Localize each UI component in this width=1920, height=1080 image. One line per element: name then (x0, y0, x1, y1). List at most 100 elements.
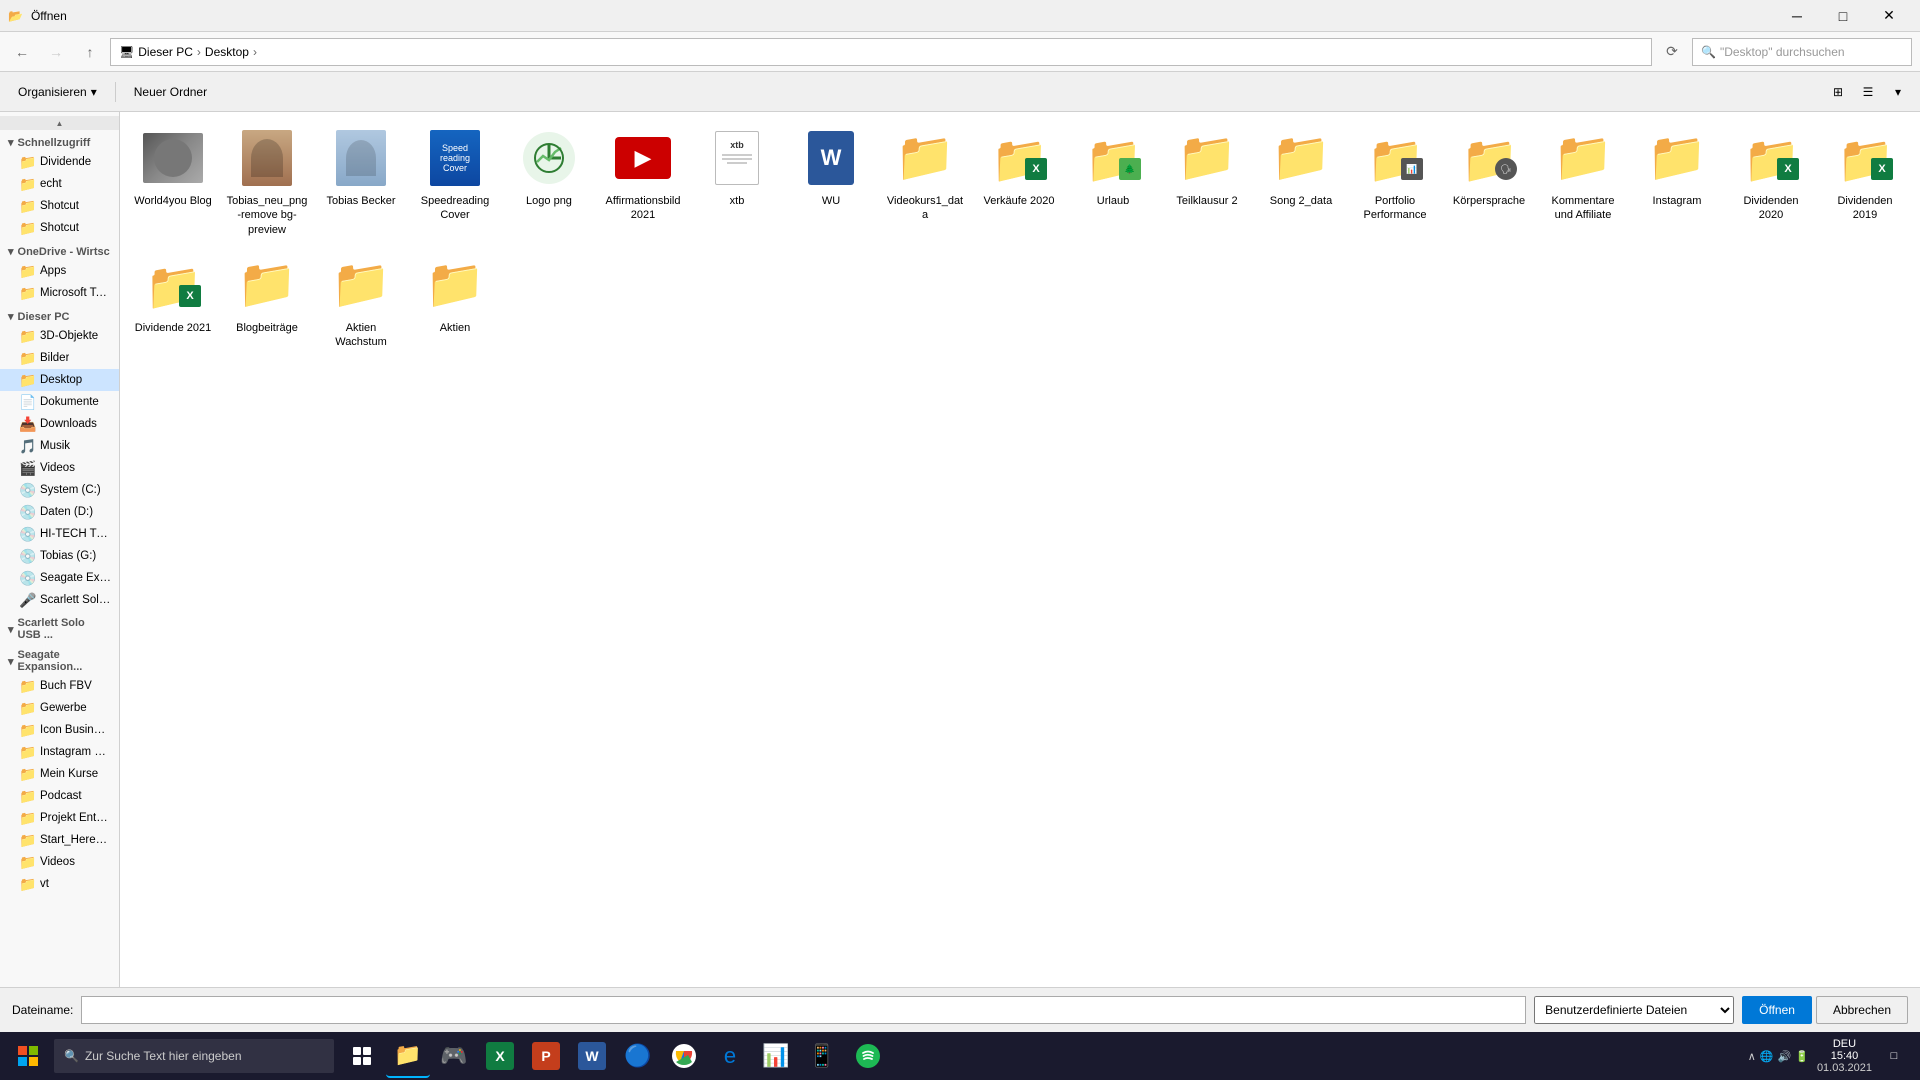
list-item[interactable]: 📁 Aktien (410, 247, 500, 356)
sidebar-section-schnellzugriff[interactable]: ▾ Schnellzugriff (0, 130, 119, 151)
sidebar-item-apps[interactable]: 📁 Apps (0, 260, 119, 282)
close-button[interactable]: ✕ (1866, 0, 1912, 32)
path-part-1[interactable]: Dieser PC (138, 45, 193, 59)
list-item[interactable]: 📁 X Dividenden 2019 (1820, 120, 1910, 243)
sidebar-item-mein-kurse[interactable]: 📁 Mein Kurse (0, 763, 119, 785)
sidebar-item-seagate1[interactable]: 💿 Seagate Expansi... (0, 567, 119, 589)
list-item[interactable]: ▶ Affirmationsbild 2021 (598, 120, 688, 243)
sidebar-item-hitech[interactable]: 💿 HI-TECH Treiber (0, 523, 119, 545)
up-button[interactable]: ↑ (76, 38, 104, 66)
sidebar-item-vt[interactable]: 📁 vt (0, 873, 119, 895)
list-item[interactable]: 📁 Song 2_data (1256, 120, 1346, 243)
sidebar-item-podcast[interactable]: 📁 Podcast (0, 785, 119, 807)
file-thumbnail: xtb (705, 126, 769, 190)
view-options-button[interactable]: ▾ (1884, 78, 1912, 106)
taskbar-app-edge[interactable]: e (708, 1034, 752, 1078)
sidebar-item-start-here[interactable]: 📁 Start_Here_Mac... (0, 829, 119, 851)
list-item[interactable]: 📁 🗣 Körpersprache (1444, 120, 1534, 243)
refresh-button[interactable]: ⟳ (1658, 38, 1686, 66)
sidebar-section-seagate[interactable]: ▾ Seagate Expansion... (0, 643, 119, 675)
organize-button[interactable]: Organisieren ▾ (8, 77, 107, 107)
list-item[interactable]: 📁 📊 Portfolio Performance (1350, 120, 1440, 243)
list-item[interactable]: xtb xtb (692, 120, 782, 243)
volume-icon[interactable]: 🔊 (1778, 1050, 1792, 1063)
maximize-button[interactable]: □ (1820, 0, 1866, 32)
start-button[interactable] (4, 1032, 52, 1080)
taskbar-app-task-view[interactable] (340, 1034, 384, 1078)
path-part-2[interactable]: Desktop (205, 45, 249, 59)
sidebar-item-bilder[interactable]: 📁 Bilder (0, 347, 119, 369)
filename-input[interactable] (81, 996, 1526, 1024)
sidebar-item-downloads[interactable]: 📥 Downloads (0, 413, 119, 435)
new-folder-button[interactable]: Neuer Ordner (124, 77, 217, 107)
taskbar-app-app5[interactable]: 📊 (754, 1034, 798, 1078)
address-path[interactable]: 🖥 Dieser PC › Desktop › (110, 38, 1652, 66)
list-item[interactable]: 📁 X Dividende 2021 (128, 247, 218, 356)
filetype-dropdown[interactable]: Benutzerdefinierte Dateien (1534, 996, 1734, 1024)
list-item[interactable]: 📁 Kommentare und Affiliate (1538, 120, 1628, 243)
sidebar-item-musik[interactable]: 🎵 Musik (0, 435, 119, 457)
list-item[interactable]: 📁 Videokurs1_data (880, 120, 970, 243)
back-button[interactable]: ← (8, 38, 36, 66)
sidebar-item-videos2[interactable]: 📁 Videos (0, 851, 119, 873)
taskbar-app-explorer[interactable]: 📁 (386, 1034, 430, 1078)
taskbar-app-app2[interactable]: 🔵 (616, 1034, 660, 1078)
sidebar-item-echt[interactable]: 📁 echt (0, 173, 119, 195)
sidebar-item-dividende[interactable]: 📁 Dividende (0, 151, 119, 173)
sidebar-scroll-up[interactable]: ▲ (0, 116, 119, 130)
cancel-button[interactable]: Abbrechen (1816, 996, 1908, 1024)
list-item[interactable]: 📁 Blogbeiträge (222, 247, 312, 356)
sidebar-item-scarlett1[interactable]: 🎤 Scarlett Solo USB (0, 589, 119, 611)
file-label: Dividenden 2019 (1824, 194, 1906, 223)
sidebar-section-scarlett[interactable]: ▾ Scarlett Solo USB ... (0, 611, 119, 643)
sidebar-item-tobias-g[interactable]: 💿 Tobias (G:) (0, 545, 119, 567)
taskbar-app-word[interactable]: W (570, 1034, 614, 1078)
minimize-button[interactable]: ─ (1774, 0, 1820, 32)
taskbar-search[interactable]: 🔍 Zur Suche Text hier eingeben (54, 1039, 334, 1073)
sidebar-item-desktop[interactable]: 📁 Desktop (0, 369, 119, 391)
taskbar-app-browser1[interactable]: 🎮 (432, 1034, 476, 1078)
taskbar-app-powerpoint[interactable]: P (524, 1034, 568, 1078)
list-item[interactable]: 📁 X Verkäufe 2020 (974, 120, 1064, 243)
sidebar-item-microsoft-teams[interactable]: 📁 Microsoft Teams (0, 282, 119, 304)
sidebar-item-videos[interactable]: 🎬 Videos (0, 457, 119, 479)
sidebar-item-projekt-entspan[interactable]: 📁 Projekt Entspan... (0, 807, 119, 829)
arrow-icon[interactable]: ∧ (1748, 1050, 1756, 1063)
list-item[interactable]: 📁 🌲 Urlaub (1068, 120, 1158, 243)
list-item[interactable]: 📁 Instagram (1632, 120, 1722, 243)
list-item[interactable]: SpeedreadingCover Speedreading Cover (410, 120, 500, 243)
open-button[interactable]: Öffnen (1742, 996, 1812, 1024)
network-icon[interactable]: 🌐 (1760, 1050, 1774, 1063)
list-item[interactable]: Logo png (504, 120, 594, 243)
sidebar-item-daten-d[interactable]: 💿 Daten (D:) (0, 501, 119, 523)
list-item[interactable]: World4you Blog (128, 120, 218, 243)
list-item[interactable]: Tobias_neu_png-remove bg-preview (222, 120, 312, 243)
sidebar-item-3d-objekte[interactable]: 📁 3D-Objekte (0, 325, 119, 347)
taskbar-app-excel[interactable]: X (478, 1034, 522, 1078)
list-item[interactable]: 📁 Aktien Wachstum (316, 247, 406, 356)
sidebar-item-shotcut1[interactable]: 📁 Shotcut (0, 195, 119, 217)
list-item[interactable]: 📁 X Dividenden 2020 (1726, 120, 1816, 243)
sidebar-section-dieser-pc[interactable]: ▾ Dieser PC (0, 304, 119, 325)
view-details-button[interactable]: ☰ (1854, 78, 1882, 106)
taskbar-clock[interactable]: DEU 15:40 01.03.2021 (1817, 1038, 1872, 1074)
sidebar-item-instagram-t[interactable]: 📁 Instagram und T... (0, 741, 119, 763)
sidebar-item-system-c[interactable]: 💿 System (C:) (0, 479, 119, 501)
taskbar-app-app6[interactable]: 📱 (800, 1034, 844, 1078)
sidebar-item-buch-fbv[interactable]: 📁 Buch FBV (0, 675, 119, 697)
forward-button[interactable]: → (42, 38, 70, 66)
sidebar-item-icon-business[interactable]: 📁 Icon Business (0, 719, 119, 741)
sidebar-item-shotcut2[interactable]: 📁 Shotcut (0, 217, 119, 239)
list-item[interactable]: W WU (786, 120, 876, 243)
taskbar-app-spotify[interactable] (846, 1034, 890, 1078)
taskbar-app-chrome[interactable] (662, 1034, 706, 1078)
notification-button[interactable]: □ (1880, 1042, 1908, 1070)
list-item[interactable]: Tobias Becker (316, 120, 406, 243)
search-box[interactable]: 🔍 "Desktop" durchsuchen (1692, 38, 1912, 66)
sidebar-item-gewerbe[interactable]: 📁 Gewerbe (0, 697, 119, 719)
view-large-icons-button[interactable]: ⊞ (1824, 78, 1852, 106)
sidebar-item-dokumente[interactable]: 📄 Dokumente (0, 391, 119, 413)
list-item[interactable]: 📁 Teilklausur 2 (1162, 120, 1252, 243)
sidebar-section-onedrive[interactable]: ▾ OneDrive - Wirtsc (0, 239, 119, 260)
battery-icon[interactable]: 🔋 (1795, 1050, 1809, 1063)
